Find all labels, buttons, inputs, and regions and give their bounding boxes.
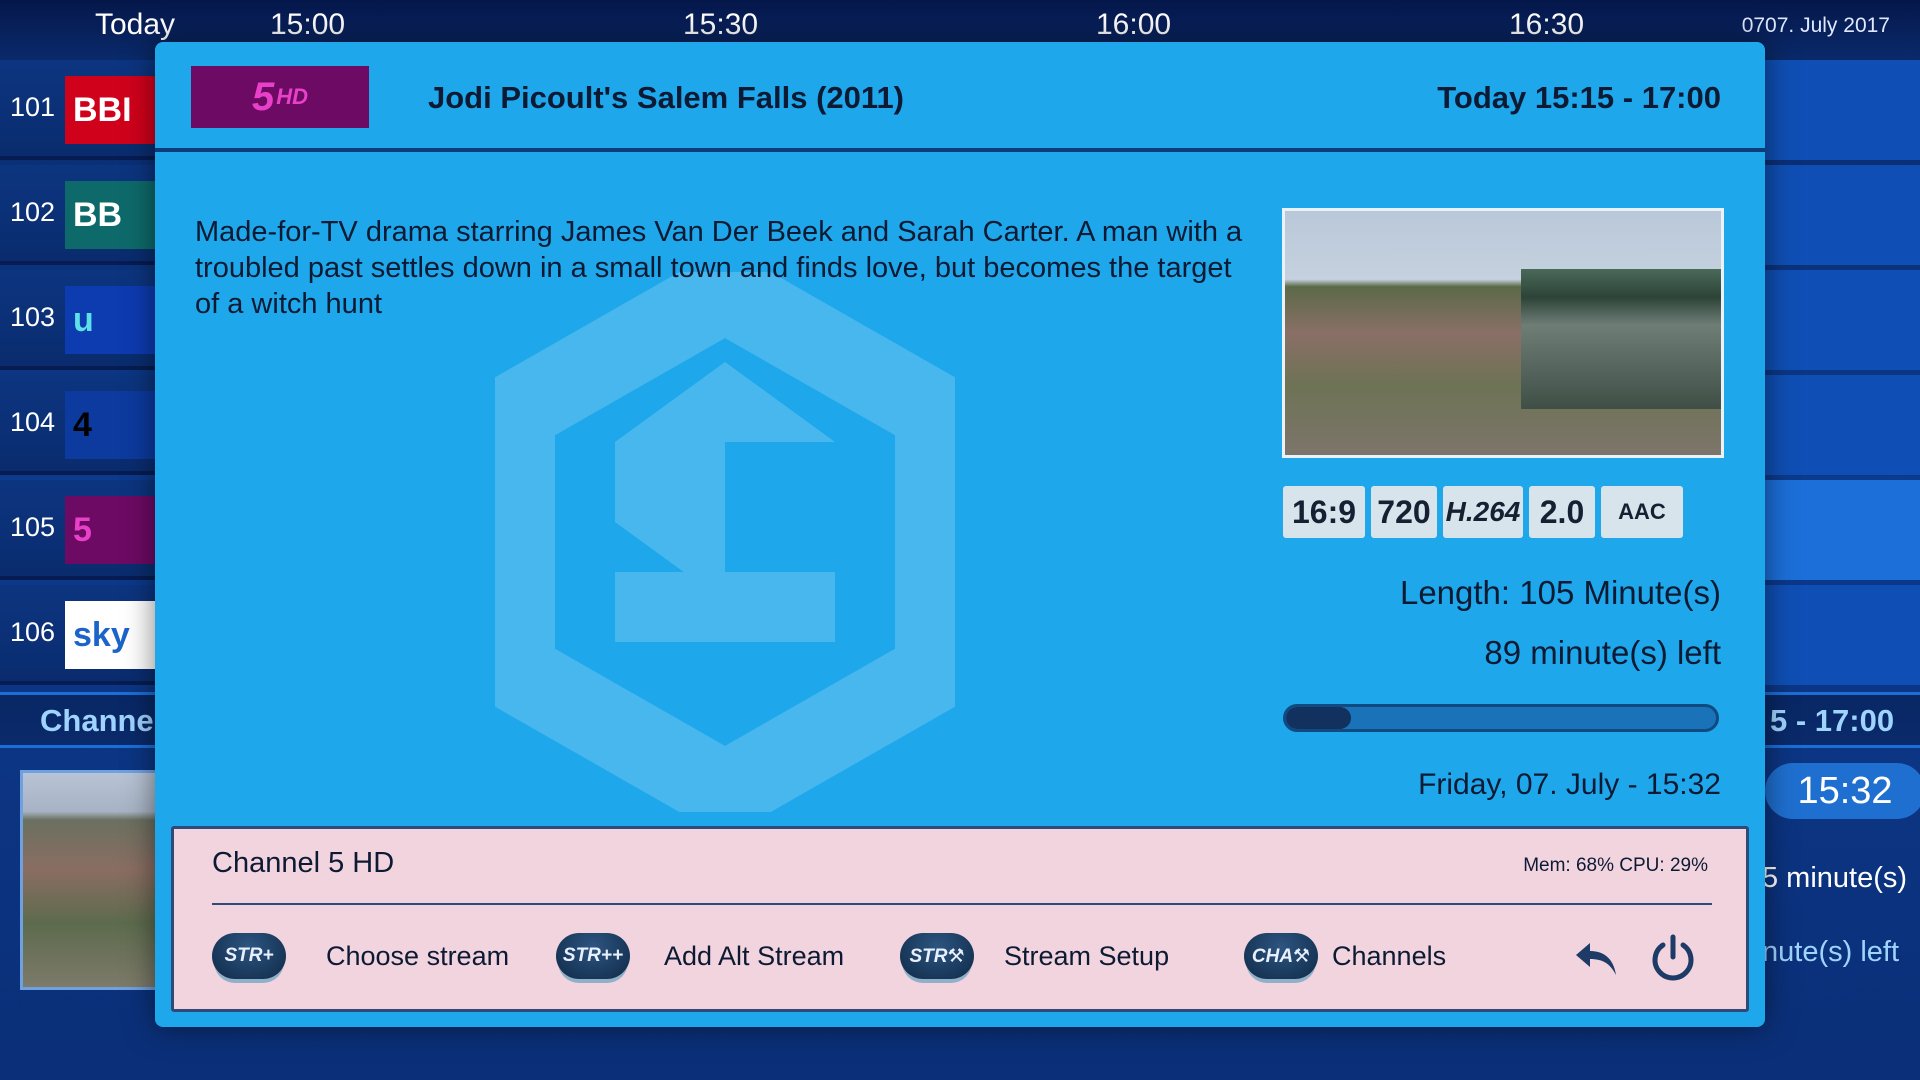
progress-fill <box>1286 707 1351 729</box>
channels-badge: 2.0 <box>1529 486 1595 538</box>
epg-cell[interactable] <box>1762 165 1920 265</box>
channel-logo-text: 5 <box>251 74 275 119</box>
channel-logo-sup: HD <box>276 84 309 109</box>
epg-cell[interactable] <box>1762 375 1920 475</box>
footer-divider <box>212 903 1712 905</box>
video-preview[interactable] <box>1282 208 1724 458</box>
codec-badge: H.264 <box>1443 486 1523 538</box>
program-description: Made-for-TV drama starring James Van Der… <box>195 216 1243 320</box>
channel-logo: BB <box>65 181 165 249</box>
channel-number: 106 <box>10 617 56 647</box>
back-icon[interactable] <box>1572 933 1622 983</box>
clock: 15:32 <box>1765 763 1920 819</box>
channel-logo: 4 <box>65 391 165 459</box>
channel-bar-label: Channel <box>40 703 163 738</box>
stream-setup-label: Stream Setup <box>1004 940 1170 971</box>
program-progress-bar <box>1283 704 1719 732</box>
epg-cell[interactable] <box>1762 480 1920 580</box>
program-remaining: 89 minute(s) left <box>1484 634 1721 671</box>
add-alt-stream-button[interactable]: STR++ Add Alt Stream <box>556 933 844 979</box>
audio-codec-badge: AAC <box>1601 486 1683 538</box>
dialog-header: 5 HD Jodi Picoult's Salem Falls (2011) To… <box>155 42 1765 152</box>
time-slot: 15:30 <box>683 8 759 41</box>
right-info-length: 5 minute(s) <box>1762 862 1908 894</box>
channel-logo: 5 HD <box>191 66 369 128</box>
program-title: Jodi Picoult's Salem Falls (2011) <box>428 80 905 115</box>
right-info-left: nute(s) left <box>1762 936 1899 968</box>
program-time-range: Today 15:15 - 17:00 <box>1437 80 1721 115</box>
program-length: Length: 105 Minute(s) <box>1399 574 1721 611</box>
add-alt-stream-label: Add Alt Stream <box>664 940 845 971</box>
time-slot: 16:00 <box>1096 8 1172 41</box>
epg-cell[interactable] <box>1762 585 1920 685</box>
epg-cell[interactable] <box>1762 270 1920 370</box>
channel-number: 104 <box>10 407 56 437</box>
stream-setup-icon: STR⚒ <box>900 933 974 979</box>
channel-number: 102 <box>10 197 56 227</box>
preview-stand <box>1521 269 1721 409</box>
stream-add-alt-icon: STR++ <box>556 933 630 979</box>
power-icon[interactable] <box>1648 933 1698 983</box>
channel-number: 105 <box>10 512 56 542</box>
stream-add-icon: STR+ <box>212 933 286 979</box>
time-slot: 16:30 <box>1509 8 1585 41</box>
current-datetime: Friday, 07. July - 15:32 <box>1418 768 1721 801</box>
channels-label: Channels <box>1332 940 1447 971</box>
channels-icon: CHA⚒ <box>1244 933 1318 979</box>
channel-thumbnail <box>20 770 160 990</box>
channel-number: 103 <box>10 302 56 332</box>
header-divider <box>155 148 1765 152</box>
resolution-badge: 720 <box>1371 486 1437 538</box>
epg-cell[interactable] <box>1762 60 1920 160</box>
choose-stream-label: Choose stream <box>326 940 510 971</box>
footer-channel-name: Channel 5 HD <box>212 847 395 879</box>
channel-logo: 5 <box>65 496 165 564</box>
choose-stream-button[interactable]: STR+ Choose stream <box>212 933 509 979</box>
aspect-ratio-badge: 16:9 <box>1283 486 1365 538</box>
channel-number: 101 <box>10 92 56 122</box>
channel-logo: BBI <box>65 76 165 144</box>
channels-button[interactable]: CHA⚒ Channels <box>1244 933 1446 979</box>
today-label: Today <box>95 8 176 41</box>
stream-setup-button[interactable]: STR⚒ Stream Setup <box>900 933 1169 979</box>
stream-options-panel: Channel 5 HD Mem: 68% CPU: 29% STR+ Choo… <box>171 826 1749 1012</box>
epg-date: 0707. July 2017 <box>1741 14 1890 37</box>
stream-badges: 16:9 720 H.264 2.0 AAC <box>1283 486 1683 538</box>
watermark-logo-icon <box>495 272 955 812</box>
program-info-dialog: 5 HD Jodi Picoult's Salem Falls (2011) To… <box>155 42 1765 1027</box>
channel-bar-time: 5 - 17:00 <box>1770 703 1895 738</box>
channel-logo: u <box>65 286 165 354</box>
time-slot: 15:00 <box>270 8 346 41</box>
channel-logo: sky <box>65 601 165 669</box>
system-stats: Mem: 68% CPU: 29% <box>1523 855 1708 876</box>
